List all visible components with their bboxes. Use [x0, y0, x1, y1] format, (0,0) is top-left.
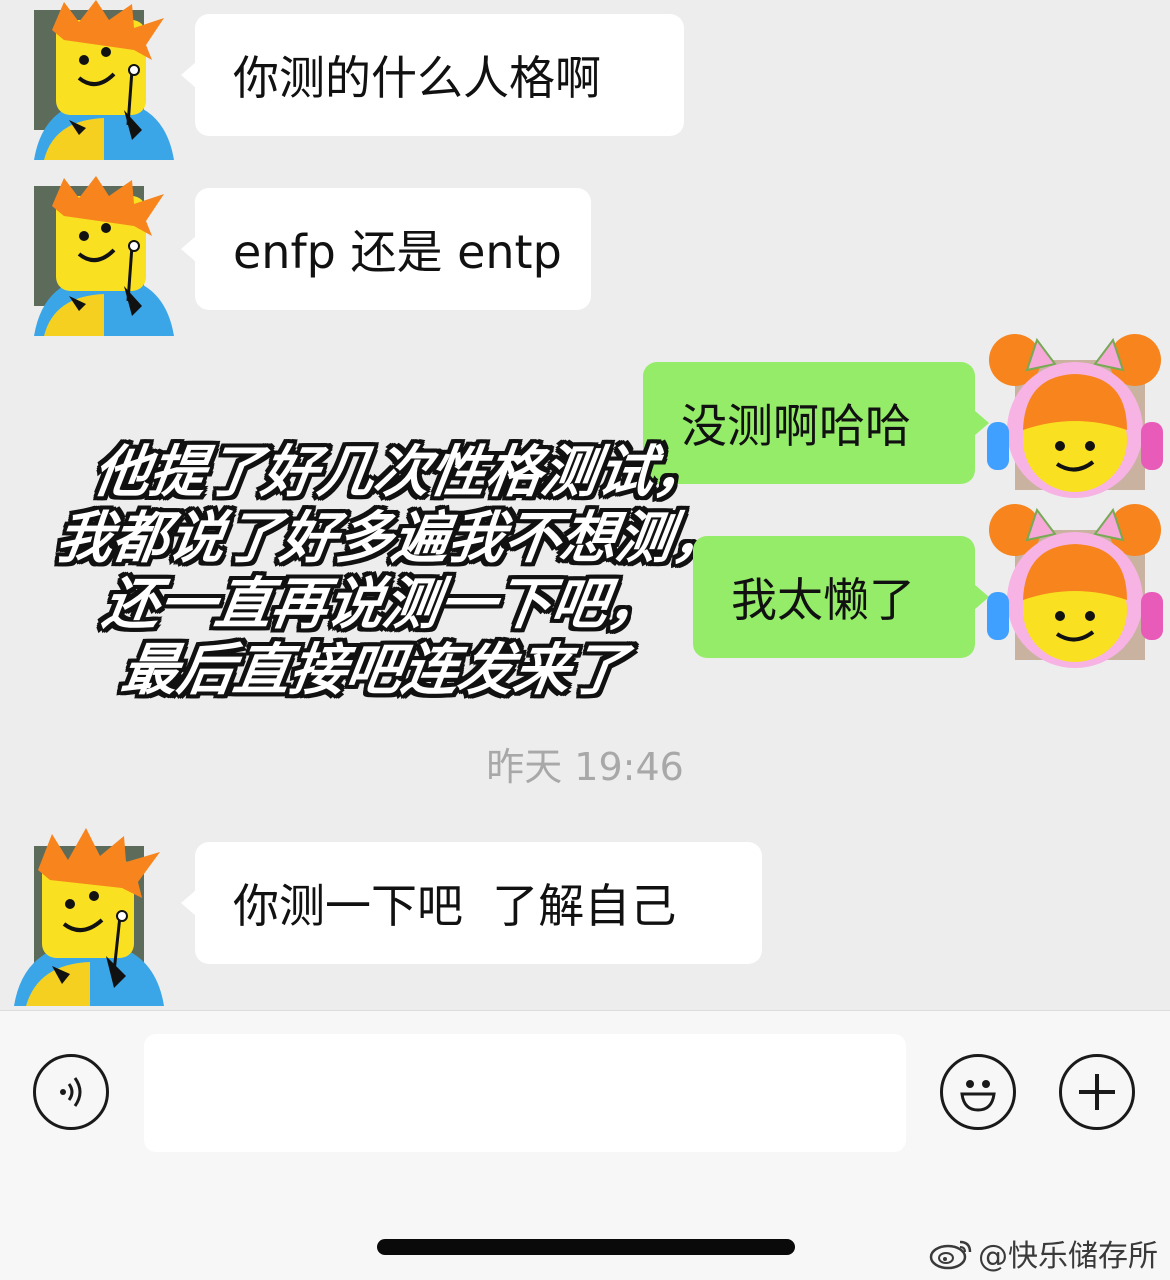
- emoji-icon: [960, 1080, 996, 1112]
- voice-button[interactable]: [33, 1054, 109, 1130]
- boy-avatar-icon: [14, 828, 164, 1006]
- voice-icon: [60, 1077, 82, 1107]
- plus-icon: [1079, 1074, 1115, 1110]
- weibo-logo: [929, 1240, 972, 1270]
- girl-avatar-icon: [987, 334, 1163, 498]
- input-bar: @快乐储存所: [0, 1010, 1170, 1280]
- caption-line: 他提了好几次性格测试，: [89, 440, 715, 505]
- emoji-button[interactable]: [940, 1054, 1016, 1130]
- message-bubble-incoming[interactable]: enfp 还是 entp: [181, 188, 591, 310]
- message-bubble-outgoing[interactable]: 我太懒了: [693, 536, 989, 658]
- contact-avatar[interactable]: [14, 826, 174, 1006]
- home-indicator[interactable]: [377, 1239, 795, 1255]
- caption-line: 最后直接吧连发来了: [117, 638, 631, 703]
- contact-avatar[interactable]: [24, 0, 184, 160]
- watermark-text: @快乐储存所: [978, 1239, 1158, 1274]
- boy-avatar-icon: [34, 0, 174, 160]
- chat-area[interactable]: 你测的什么人格啊 enfp 还是 entp 没测啊哈哈 他提了好几次性格测试， …: [0, 0, 1170, 1010]
- caption-line: 还一直再说测一下吧，: [98, 572, 668, 637]
- message-text: 你测的什么人格啊: [233, 51, 601, 105]
- message-bubble-incoming[interactable]: 你测的什么人格啊: [181, 14, 684, 136]
- self-avatar[interactable]: [985, 500, 1165, 670]
- girl-avatar-icon: [987, 504, 1163, 668]
- watermark: @快乐储存所: [928, 1231, 1158, 1275]
- self-avatar[interactable]: [985, 330, 1165, 500]
- message-bubble-incoming[interactable]: 你测一下吧 了解自己: [181, 842, 762, 964]
- boy-avatar-icon: [34, 176, 174, 336]
- message-text: 我太懒了: [731, 573, 915, 627]
- message-input[interactable]: [144, 1034, 906, 1152]
- message-text: enfp 还是 entp: [233, 225, 562, 279]
- message-timestamp: 昨天 19:46: [486, 745, 684, 789]
- caption-line: 我都说了好多遍我不想测，: [52, 506, 734, 571]
- plus-button[interactable]: [1059, 1054, 1135, 1130]
- overlay-caption: 他提了好几次性格测试， 我都说了好多遍我不想测， 还一直再说测一下吧， 最后直接…: [9, 440, 766, 704]
- message-text: 你测一下吧 了解自己: [233, 879, 677, 933]
- contact-avatar[interactable]: [24, 176, 184, 336]
